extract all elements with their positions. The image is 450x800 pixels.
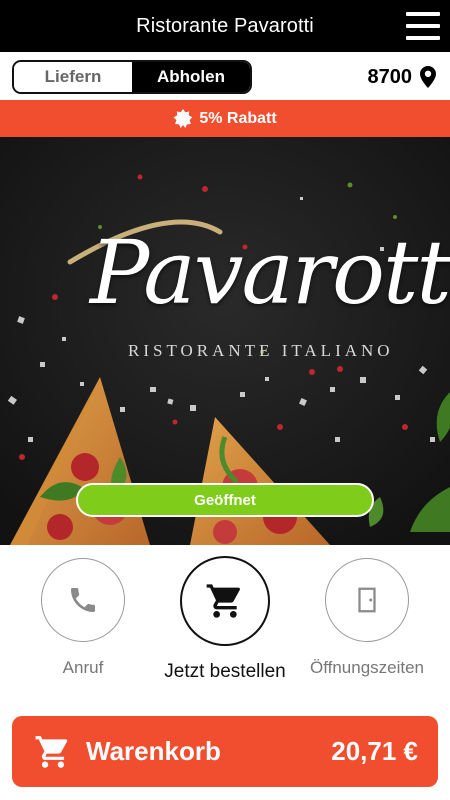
cart-label: Warenkorb [86, 736, 221, 766]
cart-total: 20,71 € [331, 736, 418, 766]
mode-row: Liefern Abholen 8700 [0, 52, 450, 100]
quick-actions: Anruf Jetzt bestellen Öffnungszeiten [0, 545, 450, 705]
opening-hours-button[interactable] [325, 558, 409, 642]
order-now-action[interactable]: Jetzt bestellen [150, 556, 300, 683]
hamburger-menu-icon[interactable] [406, 12, 440, 40]
cart-icon [35, 735, 68, 768]
opening-hours-label: Öffnungszeiten [309, 658, 425, 677]
phone-icon [71, 588, 95, 612]
call-button[interactable] [41, 558, 125, 642]
tab-liefern[interactable]: Liefern [14, 62, 132, 92]
logo-wordmark: Pavarotti [90, 221, 450, 324]
call-label: Anruf [62, 658, 104, 677]
restaurant-logo: Pavarotti RISTORANTE ITALIANO [60, 221, 450, 371]
zip-code: 8700 [367, 65, 413, 88]
order-now-label: Jetzt bestellen [164, 661, 286, 682]
location-selector[interactable]: 8700 [367, 64, 436, 90]
opening-hours-action[interactable]: Öffnungszeiten [292, 558, 442, 678]
cart-icon [206, 584, 240, 618]
call-action[interactable]: Anruf [8, 558, 158, 678]
page-title: Ristorante Pavarotti [136, 14, 314, 37]
hero-banner: Pavarotti RISTORANTE ITALIANO Geöffnet [0, 137, 450, 545]
cart-button[interactable]: Warenkorb 20,71 € [12, 716, 438, 787]
discount-label: 5% Rabatt [199, 109, 277, 127]
delivery-mode-toggle: Liefern Abholen [12, 60, 252, 94]
badge-icon [174, 108, 193, 128]
app-header: Ristorante Pavarotti [0, 0, 450, 52]
tab-abholen[interactable]: Abholen [132, 62, 250, 92]
location-pin-icon [420, 66, 436, 88]
logo-subtitle: RISTORANTE ITALIANO [128, 341, 394, 360]
order-now-button[interactable] [180, 556, 270, 646]
open-status-button[interactable]: Geöffnet [76, 483, 374, 517]
door-icon [358, 587, 376, 613]
discount-banner: 5% Rabatt [0, 100, 450, 137]
